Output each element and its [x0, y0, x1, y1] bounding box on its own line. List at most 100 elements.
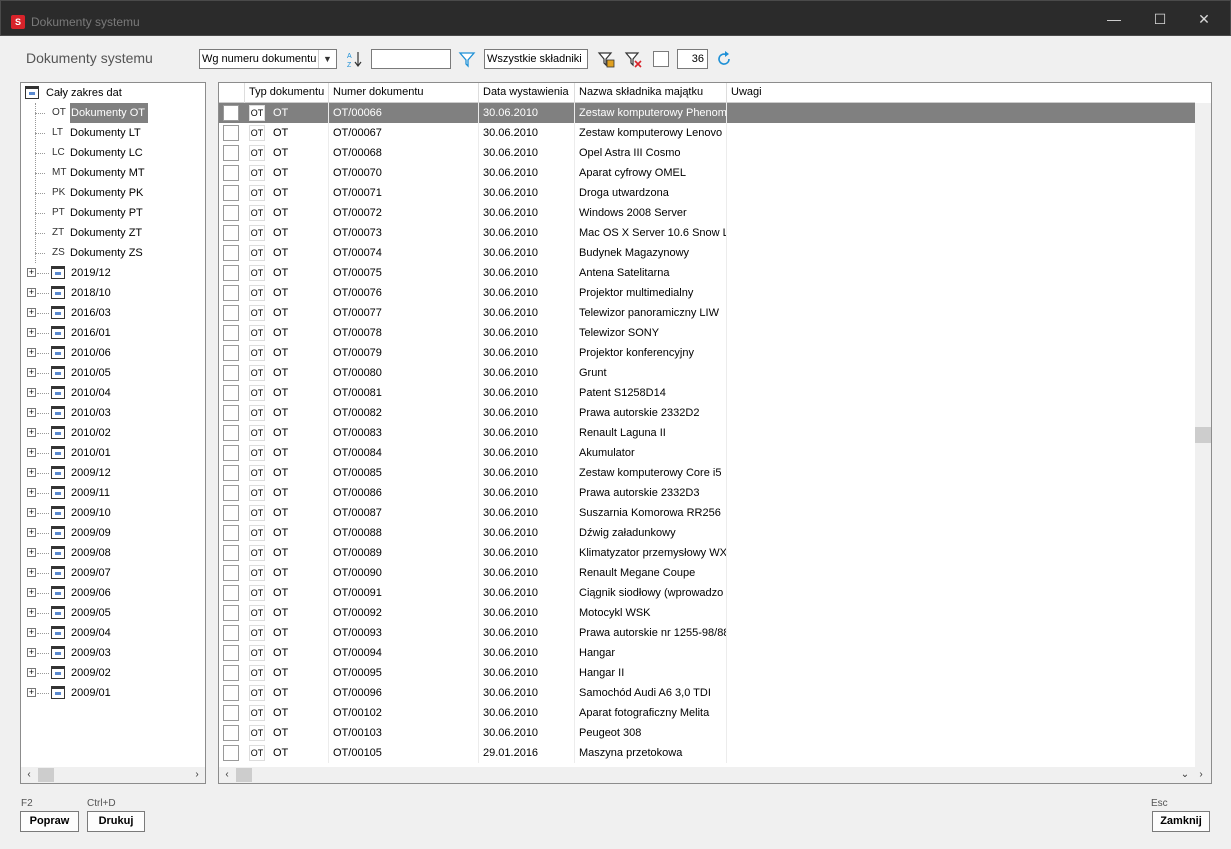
table-row[interactable]: OT OT OT/00089 30.06.2010 Klimatyzator przem… — [219, 543, 1195, 563]
tree-item-period[interactable]: +2010/02 — [21, 423, 205, 443]
row-checkbox[interactable] — [223, 405, 239, 421]
row-checkbox[interactable] — [223, 665, 239, 681]
tree-item-period[interactable]: +2010/03 — [21, 403, 205, 423]
header-doc-type[interactable]: Typ dokumentu — [245, 83, 329, 103]
tree-item-period[interactable]: +2016/03 — [21, 303, 205, 323]
row-checkbox[interactable] — [223, 685, 239, 701]
scroll-right-icon[interactable]: › — [189, 767, 205, 783]
tree-item-doc[interactable]: LC Dokumenty LC — [21, 143, 205, 163]
row-checkbox[interactable] — [223, 745, 239, 761]
grid-scroll-thumb-h[interactable] — [236, 768, 252, 782]
expand-icon[interactable]: + — [27, 408, 36, 417]
tree-item-period[interactable]: +2016/01 — [21, 323, 205, 343]
print-button[interactable]: Drukuj — [87, 811, 145, 832]
row-checkbox[interactable] — [223, 545, 239, 561]
expand-icon[interactable]: + — [27, 448, 36, 457]
tree-horizontal-scrollbar[interactable]: ‹ › — [21, 767, 205, 783]
tree-item-period[interactable]: +2010/05 — [21, 363, 205, 383]
row-checkbox[interactable] — [223, 145, 239, 161]
table-row[interactable]: OT OT OT/00076 30.06.2010 Projektor multimed… — [219, 283, 1195, 303]
table-row[interactable]: OT OT OT/00087 30.06.2010 Suszarnia Komorowa… — [219, 503, 1195, 523]
expand-icon[interactable]: + — [27, 568, 36, 577]
sort-az-icon[interactable]: A Z — [346, 50, 364, 68]
tree-item-period[interactable]: +2009/12 — [21, 463, 205, 483]
row-checkbox[interactable] — [223, 385, 239, 401]
row-checkbox[interactable] — [223, 205, 239, 221]
row-checkbox[interactable] — [223, 365, 239, 381]
tree-item-period[interactable]: +2009/10 — [21, 503, 205, 523]
scroll-right-icon[interactable]: › — [1193, 767, 1209, 783]
filter-icon[interactable] — [458, 50, 476, 68]
tree-item-period[interactable]: +2009/02 — [21, 663, 205, 683]
table-row[interactable]: OT OT OT/00094 30.06.2010 Hangar — [219, 643, 1195, 663]
documents-grid[interactable]: Typ dokumentu Numer dokumentu Data wysta… — [218, 82, 1212, 784]
table-row[interactable]: OT OT OT/00070 30.06.2010 Aparat cyfrowy OME… — [219, 163, 1195, 183]
header-asset-name[interactable]: Nazwa składnika majątku — [575, 83, 727, 103]
expand-icon[interactable]: + — [27, 548, 36, 557]
row-checkbox[interactable] — [223, 225, 239, 241]
clear-filter-icon[interactable] — [624, 50, 642, 68]
date-range-tree[interactable]: Cały zakres dat OT Dokumenty OT LT Dokumenty… — [20, 82, 206, 784]
filter-lock-icon[interactable] — [597, 50, 615, 68]
expand-icon[interactable]: + — [27, 648, 36, 657]
sort-order-combo[interactable]: Wg numeru dokumentu ▼ — [199, 49, 337, 69]
tree-item-period[interactable]: +2010/01 — [21, 443, 205, 463]
table-row[interactable]: OT OT OT/00074 30.06.2010 Budynek Magazynowy — [219, 243, 1195, 263]
limit-input[interactable]: 36 — [677, 49, 708, 69]
row-checkbox[interactable] — [223, 305, 239, 321]
expand-icon[interactable]: + — [27, 268, 36, 277]
chevron-down-icon[interactable]: ▼ — [318, 50, 336, 68]
table-row[interactable]: OT OT OT/00066 30.06.2010 Zestaw komputerowy… — [219, 103, 1195, 123]
expand-icon[interactable]: + — [27, 668, 36, 677]
table-row[interactable]: OT OT OT/00088 30.06.2010 Dźwig załadunkowy — [219, 523, 1195, 543]
tree-item-period[interactable]: +2009/09 — [21, 523, 205, 543]
tree-item-period[interactable]: +2019/12 — [21, 263, 205, 283]
edit-button[interactable]: Popraw — [20, 811, 79, 832]
tree-item-doc[interactable]: PT Dokumenty PT — [21, 203, 205, 223]
row-checkbox[interactable] — [223, 605, 239, 621]
tree-item-period[interactable]: +2009/05 — [21, 603, 205, 623]
expand-icon[interactable]: + — [27, 688, 36, 697]
expand-icon[interactable]: + — [27, 348, 36, 357]
table-row[interactable]: OT OT OT/00072 30.06.2010 Windows 2008 Serve… — [219, 203, 1195, 223]
row-checkbox[interactable] — [223, 425, 239, 441]
refresh-icon[interactable] — [715, 50, 733, 68]
row-checkbox[interactable] — [223, 165, 239, 181]
table-row[interactable]: OT OT OT/00068 30.06.2010 Opel Astra III Cos… — [219, 143, 1195, 163]
expand-icon[interactable]: + — [27, 608, 36, 617]
table-row[interactable]: OT OT OT/00075 30.06.2010 Antena Satelitarna — [219, 263, 1195, 283]
header-notes[interactable]: Uwagi — [727, 83, 1195, 103]
window-titlebar[interactable]: S Dokumenty systemu — ☐ ✕ — [0, 0, 1231, 36]
expand-icon[interactable]: + — [27, 588, 36, 597]
expand-icon[interactable]: + — [27, 488, 36, 497]
row-checkbox[interactable] — [223, 585, 239, 601]
table-row[interactable]: OT OT OT/00103 30.06.2010 Peugeot 308 — [219, 723, 1195, 743]
table-row[interactable]: OT OT OT/00090 30.06.2010 Renault Megane Cou… — [219, 563, 1195, 583]
table-row[interactable]: OT OT OT/00071 30.06.2010 Droga utwardzona — [219, 183, 1195, 203]
row-checkbox[interactable] — [223, 265, 239, 281]
tree-root[interactable]: Cały zakres dat — [21, 83, 205, 103]
row-checkbox[interactable] — [223, 705, 239, 721]
table-row[interactable]: OT OT OT/00067 30.06.2010 Zestaw komputerowy… — [219, 123, 1195, 143]
table-row[interactable]: OT OT OT/00092 30.06.2010 Motocykl WSK — [219, 603, 1195, 623]
close-window-button[interactable]: ✕ — [1181, 3, 1227, 35]
close-button[interactable]: Zamknij — [1152, 811, 1210, 832]
row-checkbox[interactable] — [223, 725, 239, 741]
expand-icon[interactable]: + — [27, 328, 36, 337]
row-checkbox[interactable] — [223, 285, 239, 301]
tree-item-period[interactable]: +2009/08 — [21, 543, 205, 563]
tree-item-doc[interactable]: MT Dokumenty MT — [21, 163, 205, 183]
row-checkbox[interactable] — [223, 125, 239, 141]
asset-filter-button[interactable]: Wszystkie składniki — [484, 49, 588, 69]
row-checkbox[interactable] — [223, 505, 239, 521]
grid-vertical-scrollbar[interactable] — [1195, 103, 1211, 767]
row-checkbox[interactable] — [223, 445, 239, 461]
table-row[interactable]: OT OT OT/00077 30.06.2010 Telewizor panorami… — [219, 303, 1195, 323]
table-row[interactable]: OT OT OT/00086 30.06.2010 Prawa autorskie 23… — [219, 483, 1195, 503]
expand-icon[interactable]: + — [27, 308, 36, 317]
table-row[interactable]: OT OT OT/00079 30.06.2010 Projektor konferen… — [219, 343, 1195, 363]
table-row[interactable]: OT OT OT/00073 30.06.2010 Mac OS X Server 10… — [219, 223, 1195, 243]
tree-item-period[interactable]: +2009/01 — [21, 683, 205, 703]
row-checkbox[interactable] — [223, 485, 239, 501]
table-row[interactable]: OT OT OT/00080 30.06.2010 Grunt — [219, 363, 1195, 383]
